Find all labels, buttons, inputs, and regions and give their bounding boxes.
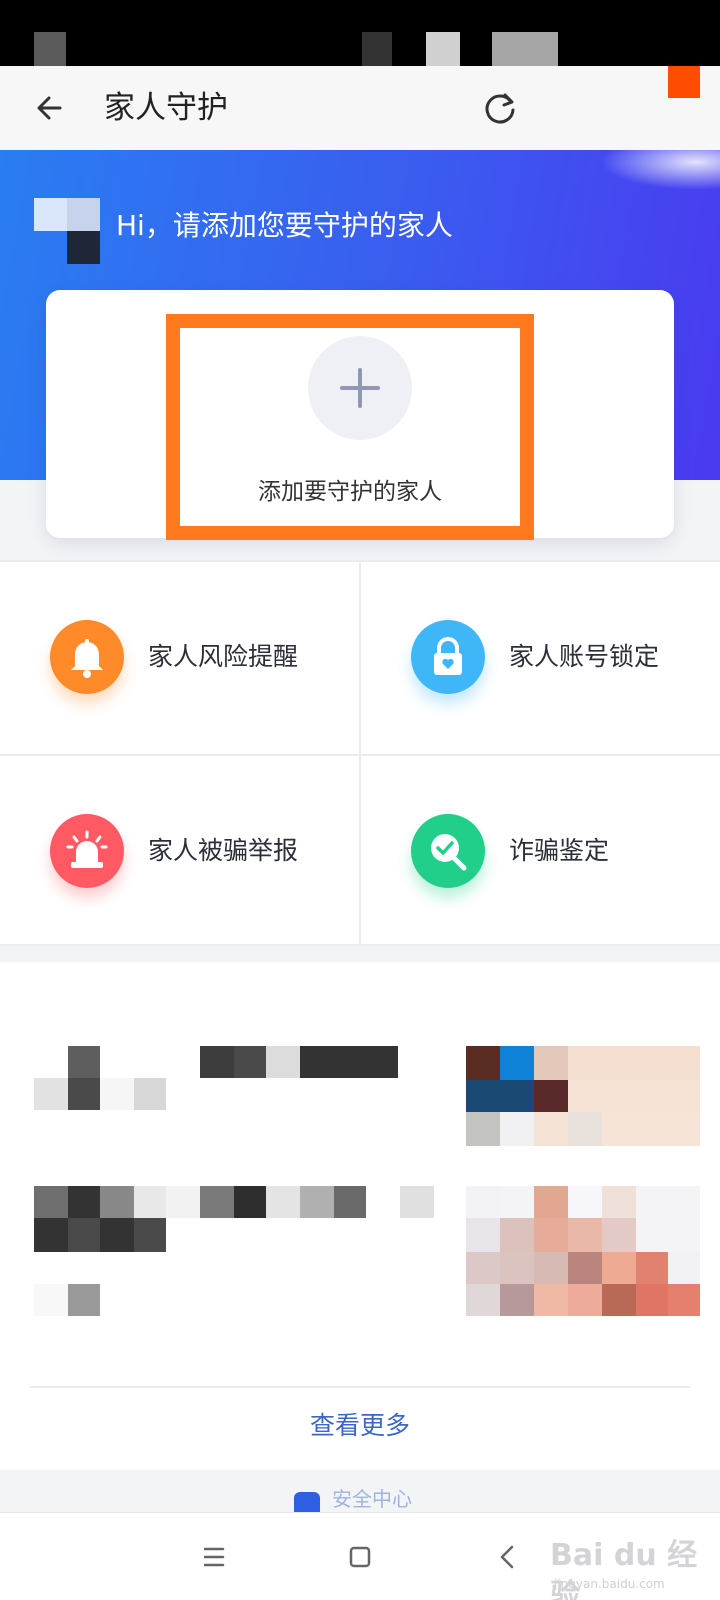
highlight-box <box>166 314 534 540</box>
menu-icon <box>203 1547 225 1567</box>
status-marker <box>668 66 700 98</box>
feature-label: 诈骗鉴定 <box>509 836 610 865</box>
status-bar-blur <box>362 32 392 66</box>
avatar-pixelated-image <box>34 198 100 264</box>
page-title: 家人守护 <box>104 90 228 126</box>
status-bar-blur <box>492 32 558 66</box>
shield-logo-icon <box>294 1492 320 1512</box>
refresh-button[interactable] <box>478 86 522 130</box>
status-bar-blur <box>34 32 66 66</box>
article-pixelated-content <box>34 1186 700 1316</box>
feature-label: 家人风险提醒 <box>148 642 299 671</box>
hero-glow <box>600 150 720 190</box>
article-item[interactable] <box>0 1186 720 1346</box>
status-bar <box>0 0 720 66</box>
see-more-link[interactable]: 查看更多 <box>0 1398 720 1454</box>
status-bar-blur <box>426 32 460 66</box>
feature-risk-alert[interactable]: 家人风险提醒 <box>0 562 359 752</box>
feature-account-lock[interactable]: 家人账号锁定 <box>361 562 720 752</box>
feature-fraud-check[interactable]: 诈骗鉴定 <box>361 756 720 946</box>
feature-grid: 家人风险提醒 家人账号锁定 家人被骗举报 诈骗鉴定 <box>0 560 720 946</box>
watermark-brand: Bai du 经验 <box>550 1538 698 1600</box>
nav-menu-button[interactable] <box>192 1535 236 1579</box>
app-header: 家人守护 <box>0 66 720 150</box>
bell-icon <box>50 620 124 694</box>
feature-label: 家人账号锁定 <box>509 642 660 671</box>
feature-fraud-report[interactable]: 家人被骗举报 <box>0 756 359 946</box>
refresh-icon <box>485 93 515 124</box>
watermark-url: jingyan.baidu.com <box>554 1577 665 1591</box>
magnifier-check-icon <box>411 814 485 888</box>
nav-home-button[interactable] <box>338 1535 382 1579</box>
list-divider <box>30 1386 690 1388</box>
nav-back-button[interactable] <box>486 1535 530 1579</box>
avatar <box>34 198 100 264</box>
lock-icon <box>411 620 485 694</box>
greeting-text: Hi，请添加您要守护的家人 <box>116 209 453 242</box>
footer-text: 安全中心 <box>332 1487 412 1511</box>
footer-peek: 安全中心 <box>0 1470 720 1512</box>
article-pixelated-content <box>34 1046 700 1146</box>
back-arrow-icon <box>37 96 62 120</box>
alarm-icon <box>50 814 124 888</box>
home-square-icon <box>349 1546 371 1568</box>
back-button[interactable] <box>30 86 74 130</box>
article-item[interactable] <box>0 1022 720 1172</box>
feature-label: 家人被骗举报 <box>148 836 299 865</box>
watermark: Bai du 经验 jingyan.baidu.com <box>550 1536 700 1600</box>
back-chevron-icon <box>500 1545 514 1569</box>
article-list: 查看更多 <box>0 962 720 1470</box>
